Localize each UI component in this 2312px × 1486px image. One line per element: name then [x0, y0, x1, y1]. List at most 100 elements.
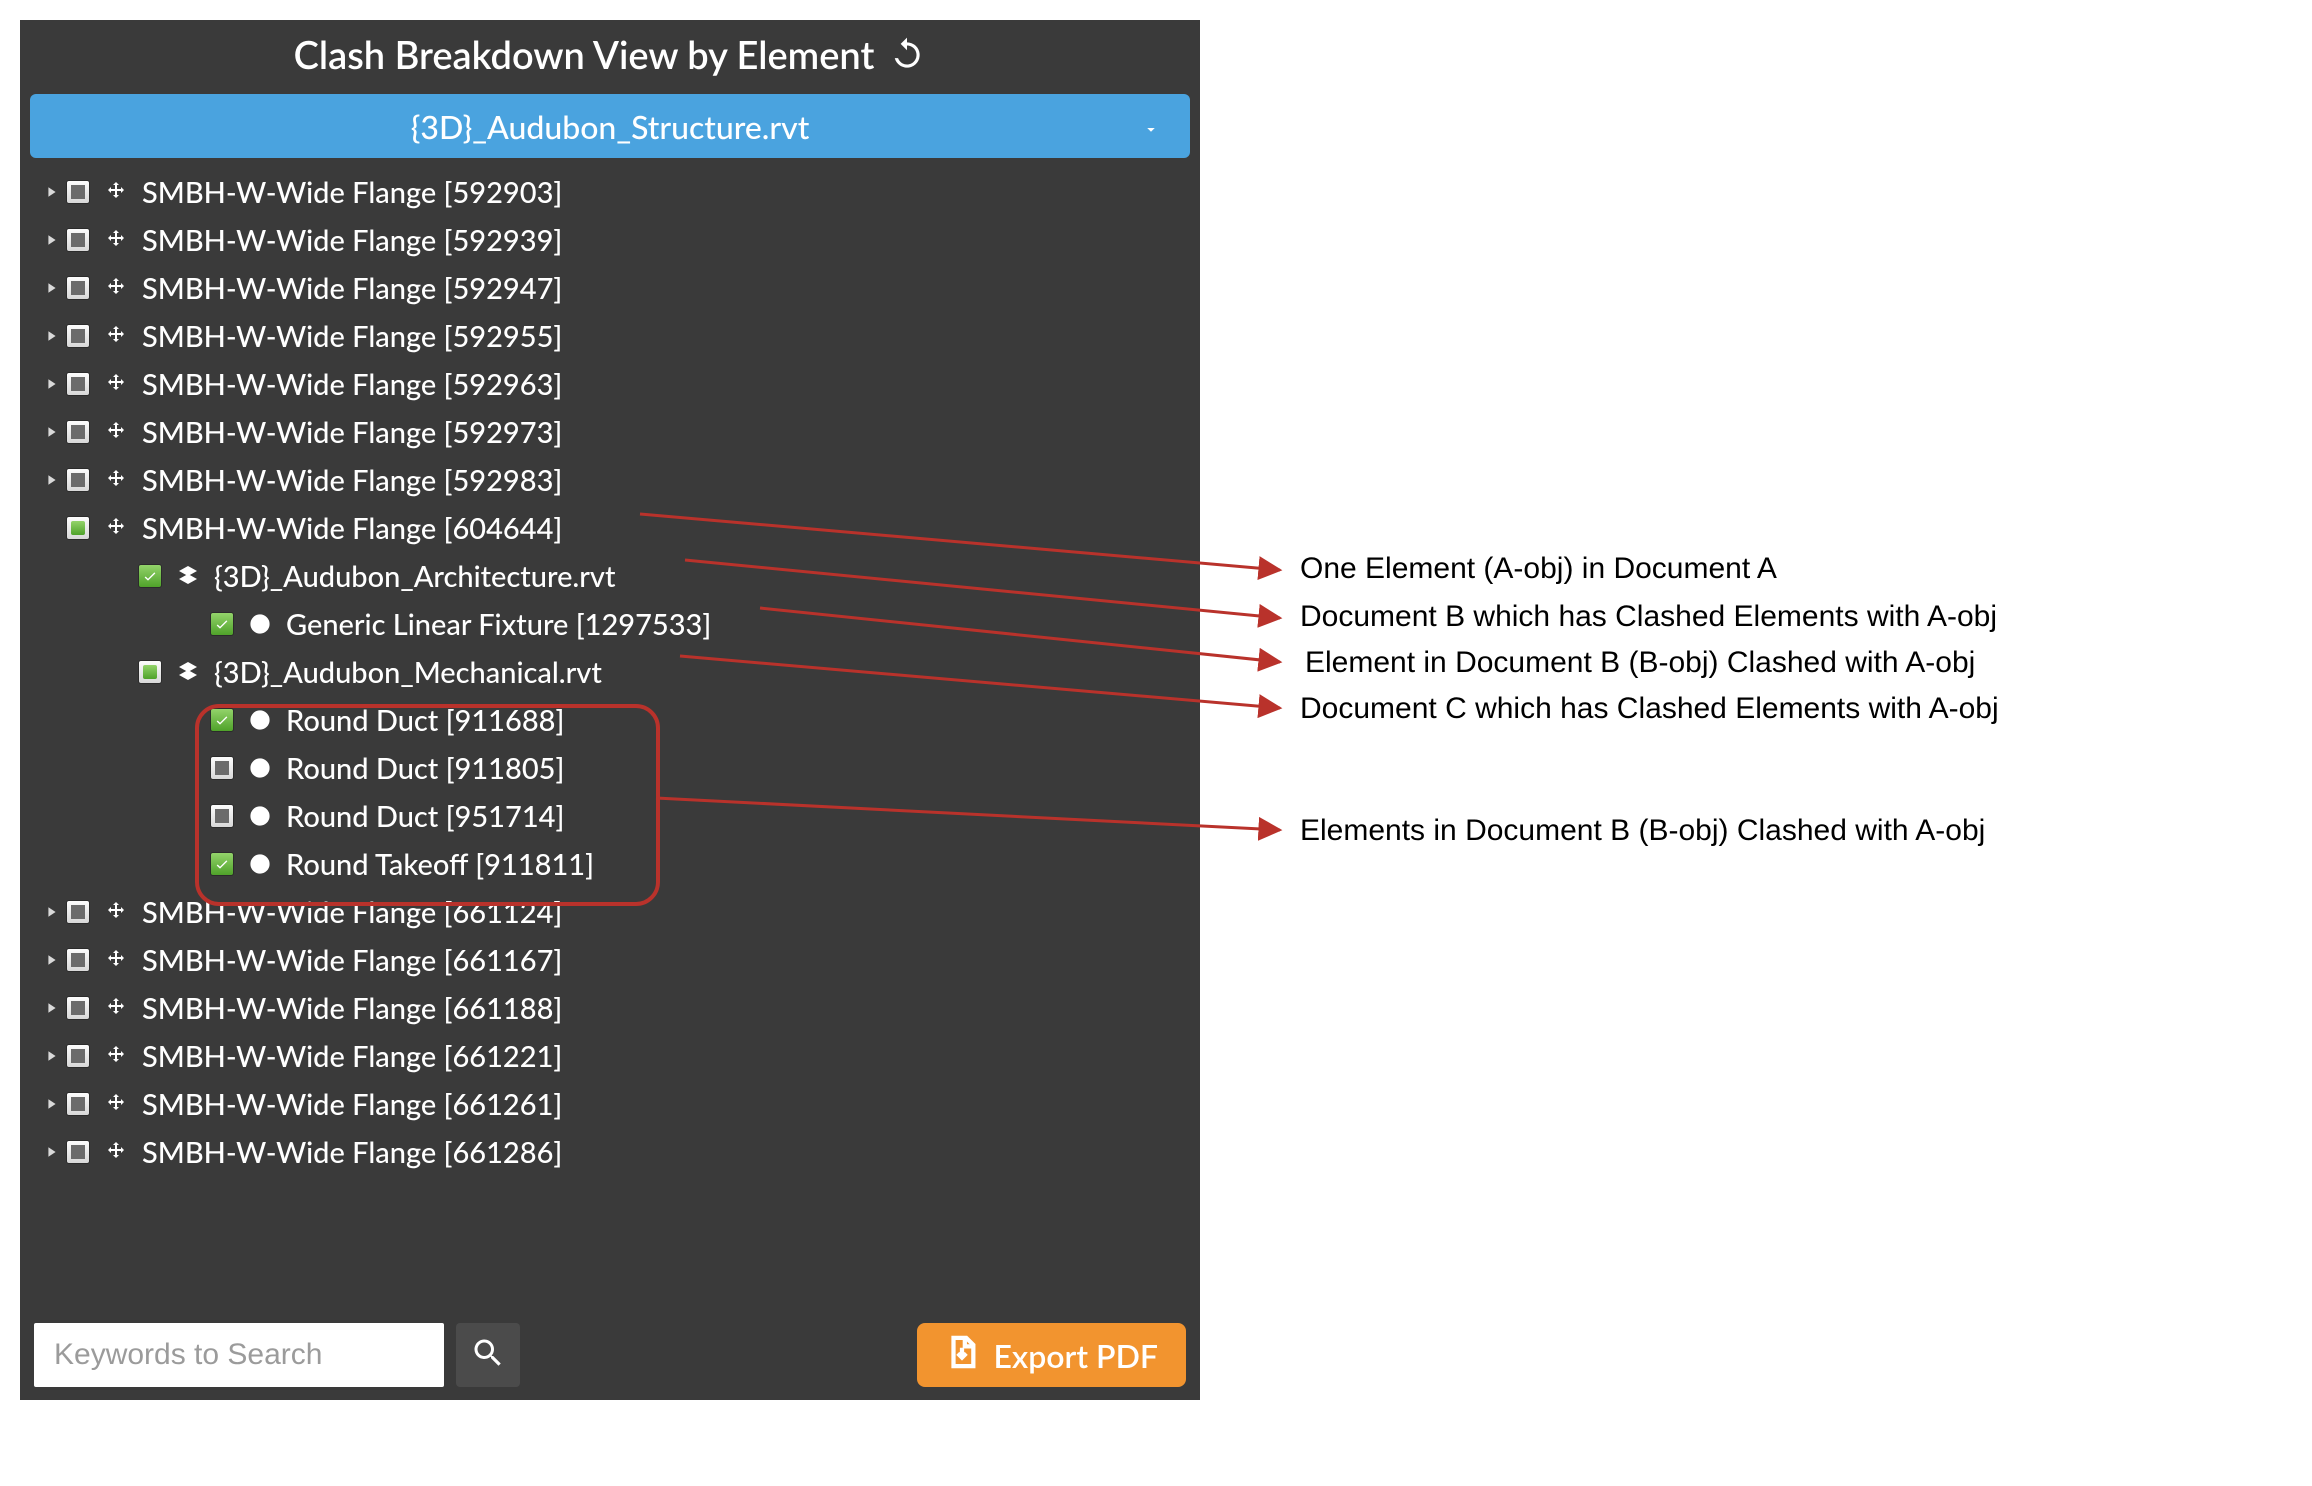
- tree-row[interactable]: {3D}_Audubon_Mechanical.rvt: [20, 648, 1200, 696]
- tree-row-label: Round Duct [951714]: [286, 799, 584, 834]
- tree-row-label: Generic Linear Fixture [1297533]: [286, 607, 731, 642]
- expand-caret-icon[interactable]: [38, 1002, 66, 1014]
- annotation-text: Elements in Document B (B-obj) Clashed w…: [1300, 814, 1985, 848]
- search-box[interactable]: [34, 1323, 444, 1387]
- annotation-text: Document C which has Clashed Elements wi…: [1300, 692, 1999, 726]
- tree-row[interactable]: SMBH-W-Wide Flange [604644]: [20, 504, 1200, 552]
- tree-row[interactable]: Round Takeoff [911811]: [20, 840, 1200, 888]
- checkbox-tristate-icon[interactable]: [66, 1044, 90, 1068]
- checkbox-tristate-icon[interactable]: [66, 468, 90, 492]
- clash-icon: [244, 756, 276, 780]
- expand-caret-icon[interactable]: [38, 234, 66, 246]
- expand-caret-icon[interactable]: [38, 1098, 66, 1110]
- tree-row-label: SMBH-W-Wide Flange [592983]: [142, 463, 582, 498]
- search-input[interactable]: [52, 1337, 426, 1373]
- checkbox-tristate-icon[interactable]: [66, 180, 90, 204]
- chevron-down-icon: [1142, 107, 1160, 146]
- expand-caret-icon[interactable]: [38, 954, 66, 966]
- expand-caret-icon[interactable]: [38, 1050, 66, 1062]
- checkbox-tristate-icon[interactable]: [66, 228, 90, 252]
- tree-row-label: {3D}_Audubon_Architecture.rvt: [214, 559, 635, 594]
- tree-row[interactable]: SMBH-W-Wide Flange [661221]: [20, 1032, 1200, 1080]
- expand-caret-icon[interactable]: [38, 186, 66, 198]
- element-tree[interactable]: SMBH-W-Wide Flange [592903] SMBH-W-Wide F…: [20, 164, 1200, 1176]
- tree-row-label: Round Duct [911805]: [286, 751, 584, 786]
- move-icon: [100, 324, 132, 348]
- move-icon: [100, 228, 132, 252]
- checkbox-partial-icon[interactable]: [138, 660, 162, 684]
- tree-row[interactable]: SMBH-W-Wide Flange [592955]: [20, 312, 1200, 360]
- checkbox-tristate-icon[interactable]: [66, 324, 90, 348]
- panel-title: Clash Breakdown View by Element: [294, 32, 875, 78]
- move-icon: [100, 180, 132, 204]
- tree-row[interactable]: SMBH-W-Wide Flange [661286]: [20, 1128, 1200, 1176]
- document-dropdown[interactable]: {3D}_Audubon_Structure.rvt: [30, 94, 1190, 158]
- tree-row[interactable]: Generic Linear Fixture [1297533]: [20, 600, 1200, 648]
- tree-row[interactable]: SMBH-W-Wide Flange [592947]: [20, 264, 1200, 312]
- tree-row-label: SMBH-W-Wide Flange [661167]: [142, 943, 582, 978]
- tree-row[interactable]: Round Duct [951714]: [20, 792, 1200, 840]
- tree-row[interactable]: SMBH-W-Wide Flange [661167]: [20, 936, 1200, 984]
- tree-row[interactable]: SMBH-W-Wide Flange [661124]: [20, 888, 1200, 936]
- tree-row[interactable]: Round Duct [911688]: [20, 696, 1200, 744]
- tree-row-label: SMBH-W-Wide Flange [661286]: [142, 1135, 582, 1170]
- checkbox-tristate-icon[interactable]: [66, 420, 90, 444]
- checkbox-tristate-icon[interactable]: [66, 948, 90, 972]
- tree-row[interactable]: SMBH-W-Wide Flange [592903]: [20, 168, 1200, 216]
- annotation-text: One Element (A-obj) in Document A: [1300, 552, 1777, 586]
- move-icon: [100, 996, 132, 1020]
- tree-row-label: SMBH-W-Wide Flange [661221]: [142, 1039, 582, 1074]
- move-icon: [100, 468, 132, 492]
- refresh-icon[interactable]: [888, 36, 926, 74]
- expand-caret-icon[interactable]: [38, 426, 66, 438]
- checkbox-checked-icon[interactable]: [210, 852, 234, 876]
- expand-caret-icon[interactable]: [38, 474, 66, 486]
- checkbox-tristate-icon[interactable]: [66, 276, 90, 300]
- expand-caret-icon[interactable]: [38, 906, 66, 918]
- checkbox-checked-icon[interactable]: [210, 708, 234, 732]
- tree-row[interactable]: SMBH-W-Wide Flange [592983]: [20, 456, 1200, 504]
- clash-icon: [244, 804, 276, 828]
- checkbox-tristate-icon[interactable]: [210, 756, 234, 780]
- tree-row[interactable]: SMBH-W-Wide Flange [661261]: [20, 1080, 1200, 1128]
- tree-row[interactable]: {3D}_Audubon_Architecture.rvt: [20, 552, 1200, 600]
- tree-row-label: SMBH-W-Wide Flange [592939]: [142, 223, 582, 258]
- tree-row[interactable]: SMBH-W-Wide Flange [592973]: [20, 408, 1200, 456]
- move-icon: [100, 900, 132, 924]
- expand-caret-icon[interactable]: [38, 330, 66, 342]
- checkbox-tristate-icon[interactable]: [66, 372, 90, 396]
- checkbox-tristate-icon[interactable]: [66, 996, 90, 1020]
- annotation-text: Document B which has Clashed Elements wi…: [1300, 600, 1997, 634]
- move-icon: [100, 1140, 132, 1164]
- move-icon: [100, 948, 132, 972]
- checkbox-checked-icon[interactable]: [138, 564, 162, 588]
- tree-row[interactable]: SMBH-W-Wide Flange [592939]: [20, 216, 1200, 264]
- checkbox-tristate-icon[interactable]: [66, 1092, 90, 1116]
- clash-icon: [244, 708, 276, 732]
- tree-row-label: SMBH-W-Wide Flange [592903]: [142, 175, 582, 210]
- dropdown-selected-label: {3D}_Audubon_Structure.rvt: [411, 107, 810, 146]
- checkbox-tristate-icon[interactable]: [66, 1140, 90, 1164]
- checkbox-partial-icon[interactable]: [66, 516, 90, 540]
- expand-caret-icon[interactable]: [38, 282, 66, 294]
- move-icon: [100, 372, 132, 396]
- move-icon: [100, 420, 132, 444]
- export-pdf-button[interactable]: Export PDF: [917, 1323, 1186, 1387]
- tree-row[interactable]: Round Duct [911805]: [20, 744, 1200, 792]
- tree-row-label: SMBH-W-Wide Flange [661261]: [142, 1087, 582, 1122]
- export-pdf-label: Export PDF: [993, 1336, 1158, 1375]
- checkbox-tristate-icon[interactable]: [210, 804, 234, 828]
- expand-caret-icon[interactable]: [38, 378, 66, 390]
- document-icon: [172, 660, 204, 684]
- tree-row-label: SMBH-W-Wide Flange [592963]: [142, 367, 582, 402]
- checkbox-tristate-icon[interactable]: [66, 900, 90, 924]
- checkbox-checked-icon[interactable]: [210, 612, 234, 636]
- tree-row-label: SMBH-W-Wide Flange [592973]: [142, 415, 582, 450]
- tree-row[interactable]: SMBH-W-Wide Flange [592963]: [20, 360, 1200, 408]
- expand-caret-icon[interactable]: [38, 1146, 66, 1158]
- clash-icon: [244, 612, 276, 636]
- search-button[interactable]: [456, 1323, 520, 1387]
- tree-row[interactable]: SMBH-W-Wide Flange [661188]: [20, 984, 1200, 1032]
- document-icon: [172, 564, 204, 588]
- clash-icon: [244, 852, 276, 876]
